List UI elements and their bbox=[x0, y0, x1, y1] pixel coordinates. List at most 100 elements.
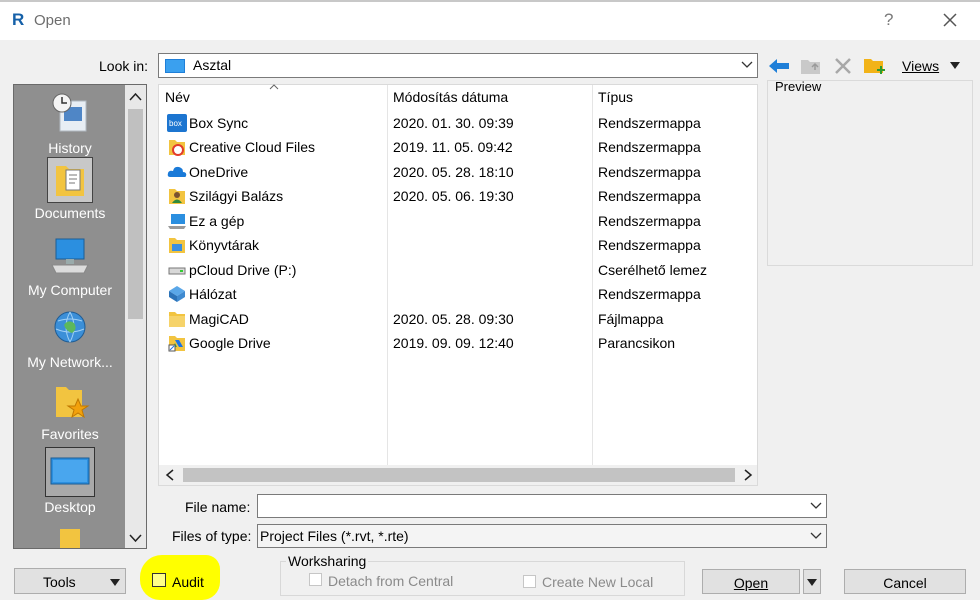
file-name: Google Drive bbox=[189, 335, 271, 351]
detach-label[interactable]: Detach from Central bbox=[328, 573, 453, 589]
file-date: 2020. 01. 30. 09:39 bbox=[393, 115, 514, 131]
file-name: pCloud Drive (P:) bbox=[189, 262, 297, 278]
file-type: Parancsikon bbox=[598, 335, 676, 351]
audit-label[interactable]: Audit bbox=[172, 574, 204, 590]
tools-label: Tools bbox=[43, 574, 76, 590]
cancel-button[interactable]: Cancel bbox=[844, 569, 966, 594]
file-name: Box Sync bbox=[189, 115, 249, 131]
libraries-icon bbox=[169, 238, 185, 253]
back-button[interactable] bbox=[765, 54, 793, 78]
places-scrollbar[interactable] bbox=[125, 85, 146, 548]
caret-down-icon bbox=[807, 579, 817, 586]
places-bar: History Documents My Computer My Network… bbox=[13, 84, 147, 549]
window-title: Open bbox=[34, 12, 71, 29]
desktop-icon bbox=[50, 457, 90, 485]
file-type-select[interactable]: Project Files (*.rvt, *.rte) bbox=[257, 524, 827, 548]
column-header-name[interactable]: Név bbox=[165, 89, 190, 105]
scroll-right-icon[interactable] bbox=[743, 469, 753, 481]
file-row[interactable]: Könyvtárak Rendszermappa bbox=[159, 233, 757, 257]
file-row[interactable]: Ez a gép Rendszermappa bbox=[159, 209, 757, 233]
place-favorites[interactable]: Favorites bbox=[14, 381, 126, 442]
file-row[interactable]: MagiCAD 2020. 05. 28. 09:30 Fájlmappa bbox=[159, 307, 757, 331]
file-name: Szilágyi Balázs bbox=[189, 188, 284, 204]
chevron-down-icon[interactable] bbox=[810, 501, 822, 511]
look-in-label: Look in: bbox=[99, 58, 149, 74]
file-list-hscrollbar[interactable] bbox=[159, 465, 757, 485]
place-label: History bbox=[48, 140, 92, 156]
file-row[interactable]: Creative Cloud Files 2019. 11. 05. 09:42… bbox=[159, 135, 757, 159]
column-header-type[interactable]: Típus bbox=[598, 89, 633, 105]
column-header-date[interactable]: Módosítás dátuma bbox=[393, 89, 508, 105]
place-history[interactable]: History bbox=[14, 91, 126, 156]
file-row[interactable]: Szilágyi Balázs 2020. 05. 06. 19:30 Rend… bbox=[159, 184, 757, 208]
folder-icon bbox=[60, 529, 80, 548]
caret-down-icon[interactable] bbox=[950, 62, 960, 69]
views-menu[interactable]: Views bbox=[902, 58, 939, 74]
preview-label: Preview bbox=[775, 79, 822, 94]
place-label: Documents bbox=[34, 205, 106, 221]
file-type: Rendszermappa bbox=[598, 213, 701, 229]
place-my-computer[interactable]: My Computer bbox=[14, 235, 126, 298]
file-name-input[interactable] bbox=[257, 494, 827, 518]
delete-icon bbox=[835, 58, 851, 74]
selection-frame bbox=[45, 447, 95, 497]
file-name: MagiCAD bbox=[189, 311, 249, 327]
folder-icon bbox=[169, 312, 185, 327]
svg-text:box: box bbox=[169, 119, 182, 128]
look-in-combo[interactable]: Asztal bbox=[158, 53, 758, 78]
open-label: Open bbox=[733, 575, 769, 591]
onedrive-icon bbox=[167, 166, 187, 177]
place-desktop[interactable]: Desktop bbox=[14, 447, 126, 515]
file-type: Rendszermappa bbox=[598, 115, 701, 131]
desktop-icon bbox=[165, 59, 185, 73]
new-folder-icon bbox=[864, 59, 885, 74]
up-folder-button[interactable] bbox=[797, 54, 825, 78]
open-button[interactable]: Open bbox=[702, 569, 800, 594]
chevron-down-icon[interactable] bbox=[810, 531, 822, 541]
worksharing-label: Worksharing bbox=[286, 553, 369, 569]
file-type-value: Project Files (*.rvt, *.rte) bbox=[260, 528, 409, 544]
sort-ascending-icon bbox=[269, 84, 279, 90]
file-date: 2020. 05. 28. 09:30 bbox=[393, 311, 514, 327]
selection-frame bbox=[47, 157, 93, 203]
preview-pane bbox=[767, 80, 973, 266]
file-row[interactable]: box Box Sync 2020. 01. 30. 09:39 Rendsze… bbox=[159, 111, 757, 135]
help-icon[interactable]: ? bbox=[884, 10, 893, 30]
file-date: 2020. 05. 06. 19:30 bbox=[393, 188, 514, 204]
detach-checkbox[interactable] bbox=[309, 573, 322, 586]
up-folder-icon bbox=[801, 60, 820, 74]
create-local-checkbox[interactable] bbox=[523, 575, 536, 588]
creative-cloud-icon bbox=[169, 140, 185, 156]
file-type: Rendszermappa bbox=[598, 286, 701, 302]
back-arrow-icon bbox=[769, 59, 789, 73]
file-name: OneDrive bbox=[189, 164, 249, 180]
scroll-up-icon[interactable] bbox=[129, 91, 142, 104]
open-dropdown-button[interactable] bbox=[803, 569, 821, 594]
file-name: Ez a gép bbox=[189, 213, 245, 229]
file-row[interactable]: pCloud Drive (P:) Cserélhető lemez bbox=[159, 258, 757, 282]
title-bar bbox=[0, 2, 980, 40]
close-icon[interactable] bbox=[940, 10, 960, 30]
audit-checkbox[interactable] bbox=[152, 573, 166, 587]
tools-button[interactable]: Tools bbox=[14, 568, 126, 594]
box-icon: box bbox=[167, 114, 187, 132]
drive-icon bbox=[168, 267, 186, 275]
file-row[interactable]: OneDrive 2020. 05. 28. 18:10 Rendszermap… bbox=[159, 160, 757, 184]
file-row[interactable]: Google Drive 2019. 09. 09. 12:40 Parancs… bbox=[159, 331, 757, 355]
chevron-down-icon bbox=[741, 61, 753, 68]
scroll-down-icon[interactable] bbox=[129, 531, 142, 544]
file-type: Rendszermappa bbox=[598, 237, 701, 253]
file-list[interactable]: Név Módosítás dátuma Típus box Box Sync … bbox=[158, 84, 758, 486]
scroll-left-icon[interactable] bbox=[165, 469, 175, 481]
place-my-network[interactable]: My Network... bbox=[14, 307, 126, 370]
shortcut-icon bbox=[168, 336, 185, 352]
new-folder-button[interactable] bbox=[861, 54, 889, 78]
scrollbar-thumb[interactable] bbox=[183, 468, 735, 482]
place-documents[interactable]: Documents bbox=[14, 157, 126, 221]
create-local-label[interactable]: Create New Local bbox=[542, 574, 653, 590]
file-type-label: Files of type: bbox=[172, 528, 252, 544]
scrollbar-thumb[interactable] bbox=[128, 109, 143, 319]
file-row[interactable]: Hálózat Rendszermappa bbox=[159, 282, 757, 306]
place-label: Favorites bbox=[41, 426, 99, 442]
delete-button[interactable] bbox=[829, 54, 857, 78]
